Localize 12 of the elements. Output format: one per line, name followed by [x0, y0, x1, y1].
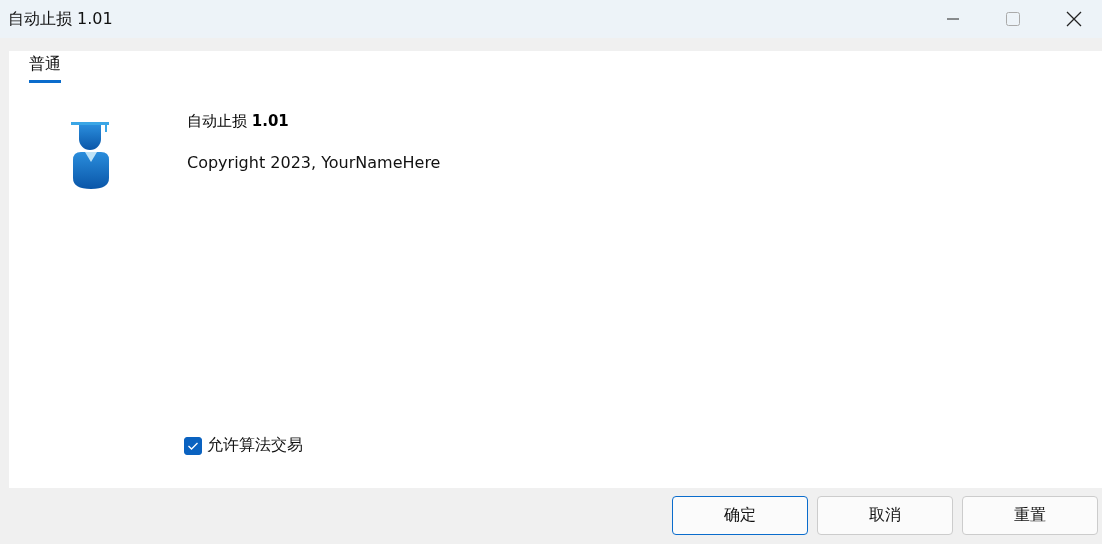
- checkbox[interactable]: [184, 436, 202, 455]
- dialog-button[interactable]: 取消: [817, 496, 953, 535]
- close-icon[interactable]: [1066, 11, 1082, 27]
- dialog-button[interactable]: 重置: [962, 496, 1098, 535]
- tab[interactable]: 普通: [29, 54, 61, 83]
- checkbox-label[interactable]: 允许算法交易: [207, 435, 303, 456]
- window-title: 自动止损 1.01: [8, 8, 113, 30]
- copyright-text: Copyright 2023, YourNameHere: [187, 153, 441, 172]
- program-name: 自动止损 1.01: [187, 112, 290, 131]
- graduate-icon: [71, 120, 111, 190]
- dialog-button[interactable]: 确定: [672, 496, 808, 535]
- check-icon: [187, 440, 199, 451]
